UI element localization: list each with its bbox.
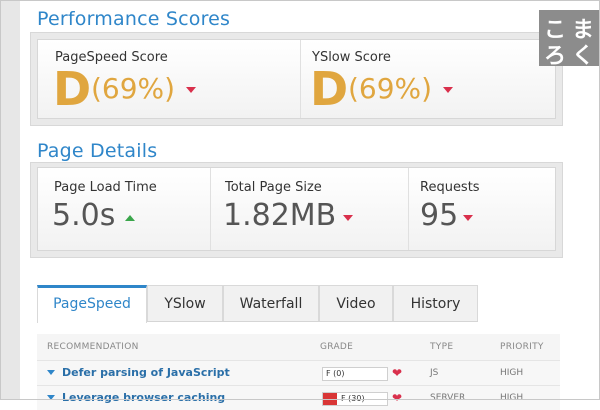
screenshot-border — [0, 0, 600, 400]
